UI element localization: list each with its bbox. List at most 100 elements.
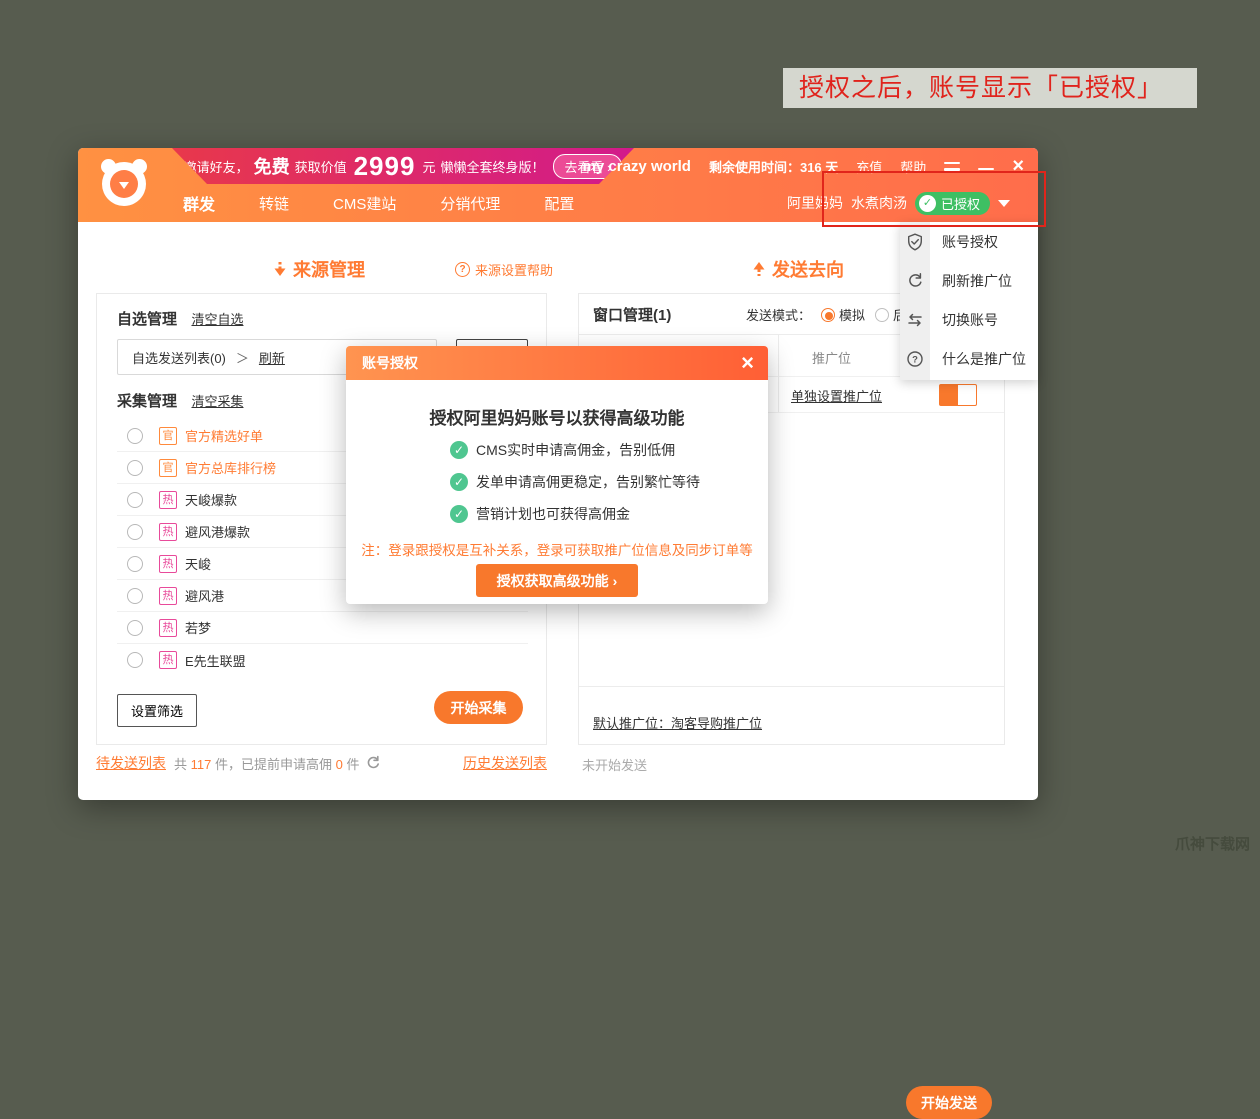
hot-tag: 热: [159, 523, 177, 541]
source-section-title: 来源管理: [293, 256, 365, 282]
menu-item-authorize[interactable]: 账号授权: [900, 222, 1038, 261]
nav-tab-settings[interactable]: 配置: [544, 193, 574, 214]
annotation-label: 授权之后，账号显示「已授权」: [783, 68, 1197, 108]
chevron-down-icon[interactable]: [998, 200, 1010, 207]
authorize-button[interactable]: 授权获取高级功能›: [476, 564, 638, 597]
radio-button[interactable]: [127, 524, 143, 540]
close-button[interactable]: ×: [1012, 158, 1024, 174]
modal-close-icon[interactable]: ×: [741, 350, 754, 376]
radio-unselected-icon: [875, 308, 889, 322]
send-section-header: 发送去向: [752, 256, 844, 282]
clear-collect-link[interactable]: 清空采集: [191, 394, 243, 409]
nav-tab-mass-send[interactable]: 群发: [183, 191, 215, 215]
start-send-button[interactable]: 开始发送: [906, 1086, 992, 1119]
promo-column-header: 推广位: [812, 348, 851, 367]
source-section-header: 来源管理: [273, 256, 365, 282]
start-collect-button[interactable]: 开始采集: [434, 691, 523, 724]
account-user: 水煮肉汤: [851, 193, 907, 213]
authorized-badge[interactable]: ✓ 已授权: [915, 192, 990, 215]
promo-yuan: 元: [422, 157, 435, 176]
clear-selection-link[interactable]: 清空自选: [191, 312, 243, 327]
refresh-count-icon[interactable]: [365, 755, 381, 771]
radio-selected-icon: [821, 308, 835, 322]
promo-price: 2999: [354, 151, 416, 182]
official-tag: 官: [159, 427, 177, 445]
main-nav: 群发 转链 CMS建站 分销代理 配置: [183, 184, 574, 222]
radio-button[interactable]: [127, 652, 143, 668]
hot-tag: 热: [159, 619, 177, 637]
promo-invite: 邀请好友，: [184, 157, 249, 176]
history-list-link[interactable]: 历史发送列表: [463, 753, 547, 773]
default-promo-link[interactable]: 默认推广位：淘客导购推广位: [593, 713, 762, 732]
send-section-title: 发送去向: [772, 256, 844, 282]
selection-title: 自选管理: [117, 311, 177, 328]
modal-note: 注：登录跟授权是互补关系，登录可获取推广位信息及同步订单等: [346, 539, 768, 559]
promo-banner: 邀请好友， 免费 获取价值 2999 元 懒懒全套终身版！ 去看看 ›: [172, 148, 634, 184]
nav-tab-convert-link[interactable]: 转链: [259, 193, 289, 214]
window-manage-title: 窗口管理(1): [593, 304, 671, 325]
promo-package: 懒懒全套终身版！: [440, 157, 544, 176]
watermark: 爪神下载网: [1175, 833, 1250, 854]
send-mode-group: 发送模式： 模拟 后台: [746, 294, 919, 335]
remaining-time: 剩余使用时间：316 天: [709, 157, 838, 176]
send-mode-label: 发送模式：: [746, 305, 811, 324]
account-bar: 阿里妈妈 水煮肉汤 ✓ 已授权: [787, 184, 1010, 222]
list-item[interactable]: 热 E先生联盟: [117, 644, 528, 676]
swap-icon: [906, 311, 924, 329]
refresh-icon: [906, 272, 924, 290]
shield-check-icon: ✓: [919, 195, 936, 212]
modal-title: 账号授权: [362, 353, 418, 373]
promo-getvalue: 获取价值: [295, 157, 347, 176]
radio-button[interactable]: [127, 620, 143, 636]
radio-button[interactable]: [127, 492, 143, 508]
official-tag: 官: [159, 459, 177, 477]
account-dropdown-menu: 账号授权 刷新推广位 切换账号 ? 什么是推广位: [900, 222, 1038, 380]
authorize-modal: 账号授权 × 授权阿里妈妈账号以获得高级功能 ✓ CMS实时申请高佣金，告别低佣…: [346, 346, 768, 604]
chevron-right-icon: ›: [613, 573, 618, 589]
promo-toggle[interactable]: [939, 384, 977, 406]
help-link[interactable]: 帮助: [900, 157, 926, 176]
refresh-selection-link[interactable]: 刷新: [259, 348, 285, 367]
hot-tag: 热: [159, 651, 177, 669]
collect-title: 采集管理: [117, 393, 177, 410]
check-circle-icon: ✓: [450, 505, 468, 523]
import-arrow-icon: [273, 261, 287, 277]
menu-item-refresh-promo[interactable]: 刷新推广位: [900, 261, 1038, 300]
list-item[interactable]: 热 若梦: [117, 612, 528, 644]
minimize-button[interactable]: [978, 168, 994, 171]
titlebar: 邀请好友， 免费 获取价值 2999 元 懒懒全套终身版！ 去看看 › my c…: [78, 148, 1038, 222]
check-circle-icon: ✓: [450, 441, 468, 459]
radio-button[interactable]: [127, 588, 143, 604]
recharge-link[interactable]: 充值: [856, 157, 882, 176]
shield-check-icon: [906, 233, 924, 251]
radio-button[interactable]: [127, 556, 143, 572]
nav-tab-cms[interactable]: CMS建站: [333, 193, 396, 214]
nav-tab-distribution[interactable]: 分销代理: [440, 193, 500, 214]
filter-settings-button[interactable]: 设置筛选: [117, 694, 197, 727]
window-menu-icon[interactable]: [944, 162, 960, 171]
promo-free: 免费: [254, 153, 290, 179]
send-status-text: 未开始发送: [582, 755, 647, 774]
mode-radio-simulate[interactable]: 模拟: [821, 305, 865, 324]
radio-button[interactable]: [127, 460, 143, 476]
hot-tag: 热: [159, 555, 177, 573]
source-help-link[interactable]: ? 来源设置帮助: [455, 260, 553, 279]
selection-send-list-label: 自选发送列表(0): [132, 348, 226, 367]
set-promo-link[interactable]: 单独设置推广位: [791, 386, 882, 405]
benefit-item: ✓ 营销计划也可获得高佣金: [450, 504, 700, 524]
pending-list-link[interactable]: 待发送列表: [96, 753, 166, 773]
benefit-list: ✓ CMS实时申请高佣金，告别低佣 ✓ 发单申请高佣更稳定，告别繁忙等待 ✓ 营…: [450, 440, 700, 524]
menu-item-switch-account[interactable]: 切换账号: [900, 300, 1038, 339]
pending-footer: 待发送列表 共 117 件，已提前申请高佣 0 件 历史发送列表: [96, 753, 547, 773]
modal-heading: 授权阿里妈妈账号以获得高级功能: [346, 404, 768, 429]
authorized-badge-label: 已授权: [941, 194, 980, 213]
menu-item-what-is-promo[interactable]: ? 什么是推广位: [900, 339, 1038, 378]
radio-button[interactable]: [127, 428, 143, 444]
benefit-item: ✓ 发单申请高佣更稳定，告别繁忙等待: [450, 472, 700, 492]
svg-text:?: ?: [912, 354, 918, 365]
hot-tag: 热: [159, 587, 177, 605]
logged-in-account: my crazy world: [583, 158, 691, 175]
question-icon: ?: [455, 262, 470, 277]
question-icon: ?: [906, 350, 924, 368]
benefit-item: ✓ CMS实时申请高佣金，告别低佣: [450, 440, 700, 460]
